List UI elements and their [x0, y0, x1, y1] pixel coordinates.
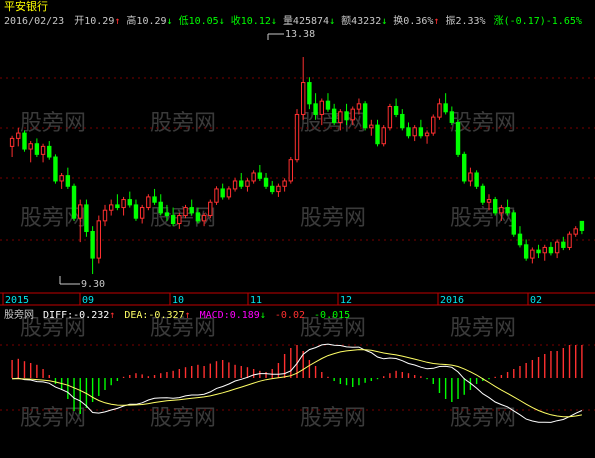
- watermark-text: 股旁网: [20, 111, 86, 136]
- macd-header: 股旁网 DIFF:-0.232↑ DEA:-0.327↑ MACD:0.189↓…: [4, 308, 350, 321]
- candle: [492, 196, 498, 216]
- watermark-text: 股旁网: [20, 406, 86, 431]
- time-axis-label: 10: [172, 295, 184, 306]
- watermark-text: 股旁网: [450, 316, 516, 341]
- min-price-label: 9.30: [81, 279, 105, 290]
- candle: [387, 103, 393, 131]
- candle: [22, 130, 27, 152]
- candle: [208, 199, 213, 219]
- time-axis-label: 11: [250, 295, 262, 306]
- candle: [53, 154, 58, 184]
- time-axis-label: 09: [82, 295, 94, 306]
- candle: [455, 119, 461, 158]
- watermark-text: 股旁网: [300, 406, 366, 431]
- watermark-text: 股旁网: [150, 406, 216, 431]
- max-price-label: 13.38: [285, 29, 315, 40]
- time-axis-label: 12: [340, 295, 352, 306]
- stock-chart-panel[interactable]: 股旁网 股旁网 股旁网 股旁网股旁网 股旁网 股旁网 股旁网股旁网 股旁网 股旁网 股旁网股旁网股…: [0, 0, 595, 458]
- candle: [511, 210, 516, 237]
- candle: [567, 231, 572, 251]
- quote-header: 2016/02/23 开10.29↑ 高10.29↓ 低10.05↓ 收10.1…: [4, 14, 582, 27]
- candle: [381, 125, 386, 147]
- candle: [474, 170, 479, 189]
- watermark-text: 股旁网: [450, 406, 516, 431]
- candle: [96, 215, 102, 264]
- candle: [146, 194, 151, 211]
- candle: [84, 199, 89, 237]
- candle: [214, 186, 219, 205]
- watermark-text: 股旁网: [300, 206, 366, 231]
- watermark-text: 股旁网: [150, 111, 216, 136]
- time-axis-label: 2015: [5, 295, 29, 306]
- candle: [480, 183, 486, 205]
- stock-name: 平安银行: [4, 0, 48, 13]
- time-axis-label: 2016: [440, 295, 464, 306]
- candle: [294, 109, 300, 163]
- candle: [431, 114, 436, 136]
- candle: [362, 101, 368, 131]
- candle: [288, 157, 294, 184]
- time-axis-label: 02: [530, 295, 542, 306]
- candle: [71, 183, 77, 221]
- candle: [462, 151, 467, 184]
